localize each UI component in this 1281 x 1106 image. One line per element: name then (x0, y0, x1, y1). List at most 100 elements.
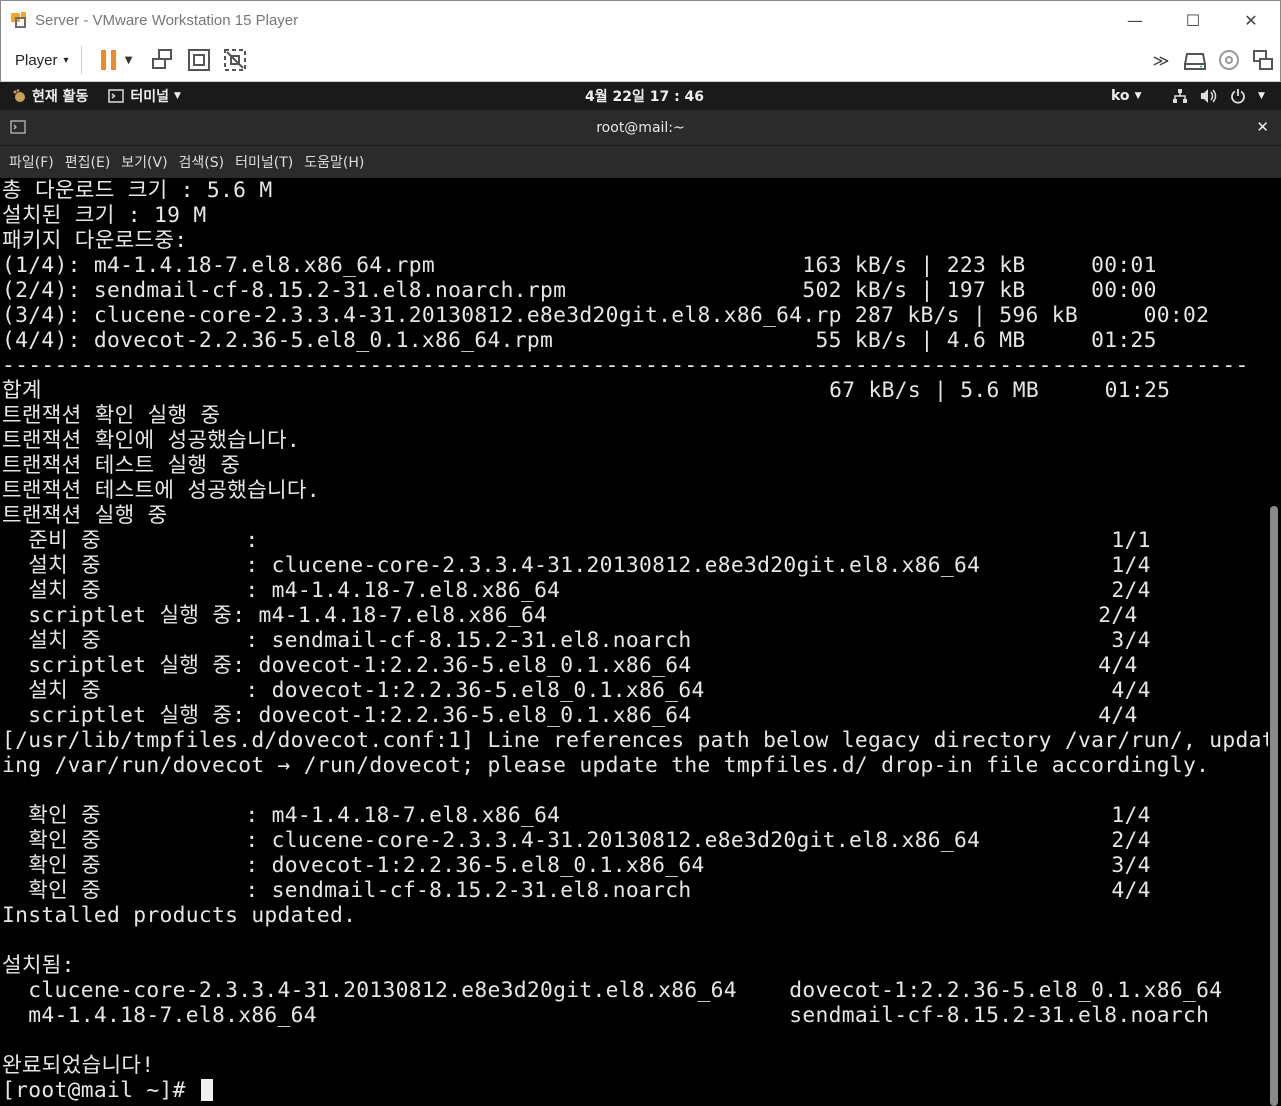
terminal-line: scriptlet 실행 중: dovecot-1:2.2.36-5.el8_0… (2, 703, 1138, 728)
terminal-line: Installed products updated. (2, 903, 357, 928)
terminal-output[interactable]: 총 다운로드 크기 : 5.6 M 설치된 크기 : 19 M 패키지 다운로드중:… (0, 178, 1268, 1106)
volume-icon (1201, 89, 1217, 103)
terminal-close-button[interactable]: ✕ (1256, 118, 1269, 136)
menu-help[interactable]: 도움말(H) (304, 152, 364, 172)
fit-window-icon (187, 49, 210, 71)
network-adapter-button[interactable] (1250, 47, 1276, 73)
terminal-header-bar[interactable]: root@mail:~ ✕ (0, 110, 1281, 146)
terminal-line: 총 다운로드 크기 : 5.6 M (2, 178, 273, 203)
close-button[interactable]: ✕ (1222, 1, 1280, 39)
vmware-toolbar: Player ▾ ▼ ≫ (0, 39, 1281, 82)
terminal-line: 트랜잭션 확인에 성공했습니다. (2, 428, 300, 453)
terminal-app-menu[interactable]: 터미널 ▼ (108, 86, 181, 106)
send-ctrl-alt-del-button[interactable] (150, 47, 176, 73)
terminal-line: 확인 중 : dovecot-1:2.2.36-5.el8_0.1.x86_64… (2, 853, 1151, 878)
menu-search[interactable]: 검색(S) (179, 152, 225, 172)
pause-button[interactable] (96, 47, 122, 73)
terminal-line: 확인 중 : sendmail-cf-8.15.2-31.el8.noarch … (2, 878, 1151, 903)
unity-button[interactable] (222, 47, 248, 73)
terminal-line: ing /var/run/dovecot → /run/dovecot; ple… (2, 753, 1210, 778)
chevron-down-icon: ▼ (1134, 91, 1142, 101)
cd-rom-button[interactable] (1216, 47, 1242, 73)
terminal-line: 설치 중 : sendmail-cf-8.15.2-31.el8.noarch … (2, 628, 1151, 653)
terminal-line: 설치 중 : clucene-core-2.3.3.4-31.20130812.… (2, 553, 1151, 578)
terminal-line: 설치된 크기 : 19 M (2, 203, 207, 228)
chevron-down-icon: ▾ (63, 54, 69, 66)
system-menu[interactable]: ▼ (1172, 88, 1265, 104)
chevron-down-icon: ▼ (124, 54, 133, 66)
gnome-top-bar: 현재 활동 터미널 ▼ 4월 22일 17 : 46 ko ▼ ▼ (0, 82, 1281, 110)
gnome-foot-icon (13, 89, 25, 102)
terminal-line: (3/4): clucene-core-2.3.3.4-31.20130812.… (2, 303, 1210, 328)
terminal-line: scriptlet 실행 중: m4-1.4.18-7.el8.x86_64 2… (2, 603, 1138, 628)
menu-edit[interactable]: 편집(E) (65, 152, 111, 172)
terminal-title: root@mail:~ (596, 119, 685, 136)
terminal-line: 트랜잭션 테스트 실행 중 (2, 453, 241, 478)
terminal-line: (1/4): m4-1.4.18-7.el8.x86_64.rpm 163 kB… (2, 253, 1157, 278)
terminal-icon (108, 89, 125, 103)
terminal-line: 준비 중 : 1/1 (2, 528, 1151, 553)
menu-terminal[interactable]: 터미널(T) (235, 152, 293, 172)
terminal-line: 트랜잭션 테스트에 성공했습니다. (2, 478, 320, 503)
minimize-button[interactable]: — (1106, 1, 1164, 39)
player-menu[interactable]: Player ▾ (15, 52, 69, 69)
terminal-line: 트랜잭션 실행 중 (2, 503, 168, 528)
activities-label: 현재 활동 (32, 89, 89, 105)
terminal-line: (4/4): dovecot-2.2.36-5.el8_0.1.x86_64.r… (2, 328, 1157, 353)
window-controls: — ☐ ✕ (1106, 1, 1280, 39)
fit-guest-button[interactable] (186, 47, 212, 73)
clock[interactable]: 4월 22일 17 : 46 (585, 86, 704, 106)
network-computers-icon (151, 49, 172, 69)
activities-button[interactable]: 현재 활동 (12, 86, 88, 106)
shell-prompt: [root@mail ~]# (2, 1078, 199, 1103)
window-title-bar[interactable]: Server - VMware Workstation 15 Player — … (0, 0, 1281, 39)
network-wired-icon (1173, 89, 1187, 103)
terminal-line: 완료되었습니다! (2, 1053, 155, 1078)
terminal-prompt-line[interactable]: [root@mail ~]# (2, 1078, 1268, 1103)
cd-icon (1219, 50, 1239, 70)
terminal-line: scriptlet 실행 중: dovecot-1:2.2.36-5.el8_0… (2, 653, 1138, 678)
input-language-menu[interactable]: ko ▼ (1111, 88, 1141, 104)
hard-disk-button[interactable] (1182, 47, 1208, 73)
chevron-down-icon: ▼ (174, 91, 181, 101)
vmware-app-icon (10, 10, 30, 30)
app-menu-label: 터미널 (130, 89, 170, 105)
terminal-line: (2/4): sendmail-cf-8.15.2-31.el8.noarch.… (2, 278, 1157, 303)
terminal-line: 설치 중 : dovecot-1:2.2.36-5.el8_0.1.x86_64… (2, 678, 1151, 703)
power-icon (1231, 89, 1245, 104)
chevron-down-icon: ▼ (1258, 91, 1265, 101)
network-adapter-icon (1253, 50, 1273, 70)
toolbar-divider (80, 46, 82, 74)
terminal-line: 합계 67 kB/s | 5.6 MB 01:25 (2, 378, 1171, 403)
maximize-button[interactable]: ☐ (1164, 1, 1222, 39)
terminal-line: 설치 중 : m4-1.4.18-7.el8.x86_64 2/4 (2, 578, 1151, 603)
terminal-line: 설치됨: (2, 953, 75, 978)
terminal-lines: 총 다운로드 크기 : 5.6 M 설치된 크기 : 19 M 패키지 다운로드중:… (2, 178, 1268, 1103)
terminal-line: 확인 중 : clucene-core-2.3.3.4-31.20130812.… (2, 828, 1151, 853)
terminal-line: 패키지 다운로드중: (2, 228, 188, 253)
terminal-line: clucene-core-2.3.3.4-31.20130812.e8e3d20… (2, 978, 1223, 1003)
more-devices-button[interactable]: ≫ (1148, 47, 1174, 73)
hard-disk-icon (1183, 53, 1207, 70)
window-title: Server - VMware Workstation 15 Player (35, 11, 299, 29)
terminal-line: m4-1.4.18-7.el8.x86_64 sendmail-cf-8.15.… (2, 1003, 1210, 1028)
terminal-scrollbar-thumb[interactable] (1270, 506, 1278, 1106)
menu-file[interactable]: 파일(F) (9, 152, 54, 172)
terminal-menubar: 파일(F) 편집(E) 보기(V) 검색(S) 터미널(T) 도움말(H) (0, 146, 1281, 178)
player-menu-label: Player (15, 51, 58, 69)
pause-icon (100, 50, 116, 70)
menu-view[interactable]: 보기(V) (121, 152, 167, 172)
double-chevron-right-icon: ≫ (1152, 50, 1170, 70)
terminal-line: ----------------------------------------… (2, 353, 1249, 378)
text-cursor (200, 1079, 213, 1101)
unity-icon (223, 49, 246, 71)
language-label: ko (1111, 88, 1130, 104)
terminal-line: [/usr/lib/tmpfiles.d/dovecot.conf:1] Lin… (2, 728, 1268, 753)
device-icons: ≫ (1140, 39, 1276, 81)
terminal-icon (10, 120, 26, 134)
pause-dropdown-button[interactable]: ▼ (122, 47, 136, 73)
terminal-line: 트랜잭션 확인 실행 중 (2, 403, 221, 428)
